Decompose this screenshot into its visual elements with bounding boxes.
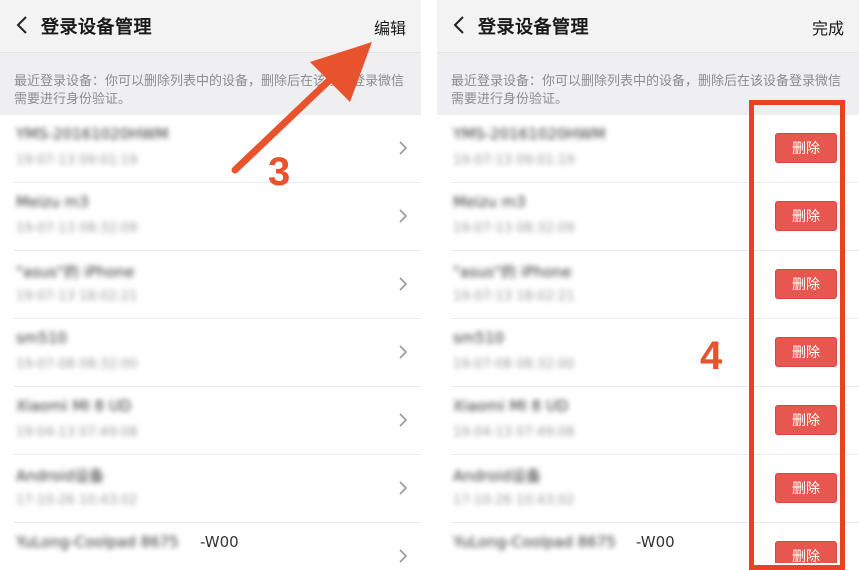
back-arrow-icon[interactable]	[16, 16, 28, 34]
device-name: "asus"的 iPhone	[453, 263, 572, 281]
device-name: YMS-20161020HWM	[16, 125, 169, 143]
device-row[interactable]: YuLong-Coolpad 8675 -W00	[0, 523, 421, 563]
device-time: 19-07-13 08:32:09	[453, 221, 575, 236]
device-name: Xiaomi MI 8 UD	[453, 397, 569, 415]
device-time: 19-07-13 09:01:19	[453, 153, 575, 168]
chevron-right-icon	[399, 141, 407, 155]
device-name: Android设备	[16, 467, 104, 485]
device-row[interactable]: "asus"的 iPhone 19-07-13 18:02:21	[0, 251, 421, 319]
back-arrow-icon[interactable]	[453, 16, 465, 34]
device-name: YuLong-Coolpad 8675	[16, 533, 179, 551]
step-number-3: 3	[268, 150, 291, 194]
chevron-right-icon	[399, 209, 407, 223]
device-row[interactable]: YMS-20161020HWM 19-07-13 09:01:19	[0, 115, 421, 183]
chevron-right-icon	[399, 549, 407, 563]
page-title: 登录设备管理	[478, 17, 589, 38]
hint-section: 最近登录设备：你可以删除列表中的设备，删除后在该设备登录微信需要进行身份验证。	[0, 53, 421, 115]
nav-bar: 登录设备管理 完成	[437, 0, 859, 53]
device-row[interactable]: Android设备 17-10-26 10:43:02	[0, 455, 421, 523]
device-name-suffix: -W00	[636, 533, 675, 551]
device-time: 19-07-13 08:32:09	[16, 221, 138, 236]
device-name: YMS-20161020HWM	[453, 125, 606, 143]
delete-highlight-box	[749, 100, 845, 570]
device-name: sm510	[16, 329, 68, 347]
device-time: 19-07-08 08:32:00	[16, 357, 138, 372]
device-name: Android设备	[453, 467, 541, 485]
device-name: Meizu m3	[453, 193, 526, 211]
chevron-right-icon	[399, 345, 407, 359]
device-time: 19-07-13 18:02:21	[16, 289, 138, 304]
step-number-4: 4	[700, 334, 723, 378]
device-row[interactable]: Xiaomi MI 8 UD 19-04-13 07:49:08	[0, 387, 421, 455]
hint-text: 最近登录设备：你可以删除列表中的设备，删除后在该设备登录微信需要进行身份验证。	[14, 74, 405, 107]
nav-bar: 登录设备管理 编辑	[0, 0, 421, 53]
chevron-right-icon	[399, 481, 407, 495]
chevron-right-icon	[399, 277, 407, 291]
device-name: Xiaomi MI 8 UD	[16, 397, 132, 415]
device-time: 19-07-13 18:02:21	[453, 289, 575, 304]
device-list: YMS-20161020HWM 19-07-13 09:01:19 Meizu …	[0, 115, 421, 563]
chevron-right-icon	[399, 413, 407, 427]
device-row[interactable]: Meizu m3 19-07-13 08:32:09	[0, 183, 421, 251]
device-name: "asus"的 iPhone	[16, 263, 135, 281]
device-time: 19-07-08 08:32:00	[453, 357, 575, 372]
device-time: 17-10-26 10:43:02	[16, 493, 138, 508]
device-time: 17-10-26 10:43:02	[453, 493, 575, 508]
screen-list-view: 登录设备管理 编辑 最近登录设备：你可以删除列表中的设备，删除后在该设备登录微信…	[0, 0, 421, 563]
device-name: Meizu m3	[16, 193, 89, 211]
device-time: 19-07-13 09:01:19	[16, 153, 138, 168]
device-time: 19-04-13 07:49:08	[16, 425, 138, 440]
done-button[interactable]: 完成	[812, 15, 844, 39]
device-name: sm510	[453, 329, 505, 347]
page-title: 登录设备管理	[41, 17, 152, 38]
device-name: YuLong-Coolpad 8675	[453, 533, 616, 551]
device-row[interactable]: sm510 19-07-08 08:32:00	[0, 319, 421, 387]
device-name-suffix: -W00	[200, 533, 239, 551]
panel-divider	[421, 0, 437, 563]
edit-button[interactable]: 编辑	[374, 15, 406, 39]
device-time: 19-04-13 07:49:08	[453, 425, 575, 440]
